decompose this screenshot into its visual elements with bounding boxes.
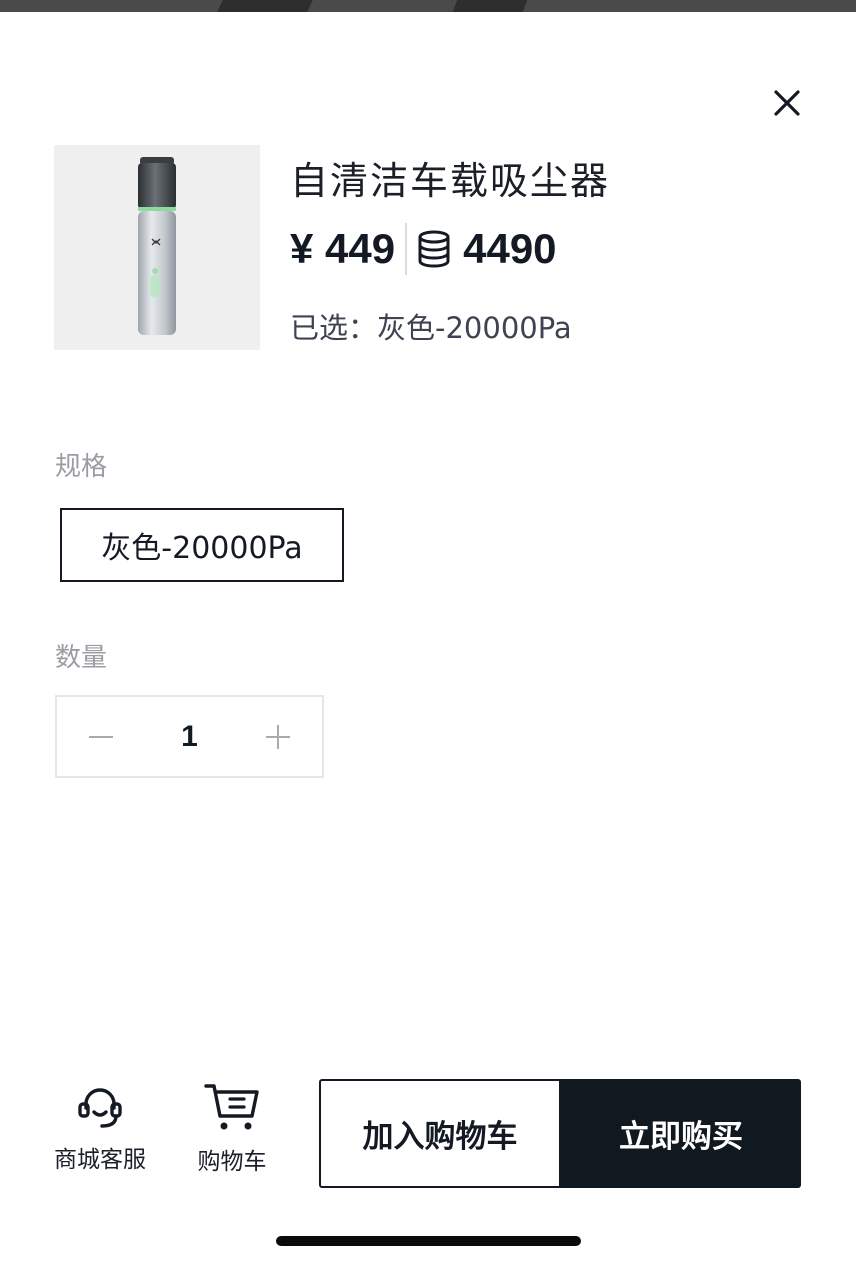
selected-prefix: 已选： bbox=[290, 311, 378, 345]
product-image bbox=[54, 145, 260, 350]
points-price: 4490 bbox=[463, 225, 557, 272]
quantity-value[interactable]: 1 bbox=[145, 720, 234, 754]
add-to-cart-button[interactable]: 加入购物车 bbox=[319, 1079, 561, 1188]
customer-service-button[interactable]: 商城客服 bbox=[52, 1082, 148, 1174]
home-indicator bbox=[276, 1236, 581, 1246]
cart-button[interactable]: 购物车 bbox=[194, 1082, 270, 1176]
cash-price: ¥ 449 bbox=[290, 225, 396, 272]
customer-service-label: 商城客服 bbox=[54, 1147, 146, 1173]
close-icon bbox=[774, 90, 800, 116]
sku-selector-sheet: 自清洁车载吸尘器 ¥ 449 4490 已选：灰色-20000Pa 规格 灰色-… bbox=[0, 0, 856, 1262]
plus-icon bbox=[266, 724, 290, 749]
spec-section-label: 规格 bbox=[55, 452, 108, 482]
increase-button[interactable] bbox=[234, 697, 322, 776]
cart-label: 购物车 bbox=[197, 1149, 267, 1175]
decrease-button[interactable] bbox=[57, 697, 145, 776]
coin-stack-icon bbox=[418, 230, 450, 268]
close-button[interactable] bbox=[766, 82, 808, 124]
headset-icon bbox=[78, 1088, 122, 1128]
background-page-strip bbox=[0, 0, 856, 12]
purchase-button-group: 加入购物车 立即购买 bbox=[319, 1079, 801, 1188]
price-row: ¥ 449 4490 bbox=[290, 222, 557, 276]
quantity-section-label: 数量 bbox=[55, 643, 108, 673]
spec-option-gray-20000pa[interactable]: 灰色-20000Pa bbox=[60, 508, 344, 582]
quantity-stepper: 1 bbox=[55, 695, 324, 778]
buy-now-button[interactable]: 立即购买 bbox=[561, 1079, 801, 1188]
shopping-cart-icon bbox=[204, 1084, 259, 1130]
minus-icon bbox=[89, 735, 113, 738]
selected-variant: 已选：灰色-20000Pa bbox=[290, 305, 572, 347]
product-title: 自清洁车载吸尘器 bbox=[290, 159, 611, 203]
selected-value: 灰色-20000Pa bbox=[377, 311, 572, 345]
vacuum-cleaner-product-picture bbox=[138, 157, 176, 335]
price-divider bbox=[405, 223, 408, 275]
